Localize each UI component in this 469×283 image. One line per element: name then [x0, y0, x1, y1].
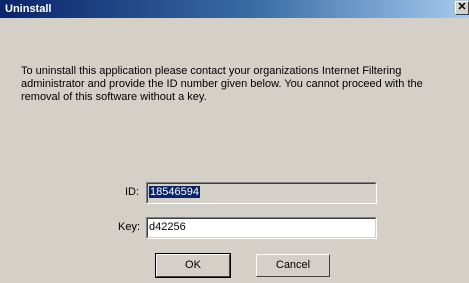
- window-title: Uninstall: [5, 3, 52, 15]
- close-icon: ✕: [457, 1, 467, 13]
- key-input[interactable]: d42256: [146, 217, 377, 239]
- close-button[interactable]: ✕: [455, 1, 469, 15]
- ok-button[interactable]: OK: [155, 253, 231, 278]
- instruction-message: To uninstall this application please con…: [21, 65, 423, 103]
- key-value: d42256: [149, 221, 186, 233]
- id-value: 18546594: [149, 186, 200, 198]
- cancel-button[interactable]: Cancel: [256, 254, 330, 277]
- title-bar[interactable]: Uninstall ✕: [0, 0, 469, 18]
- id-field[interactable]: 18546594: [146, 182, 377, 204]
- key-label: Key:: [118, 221, 141, 233]
- uninstall-dialog: Uninstall ✕ To uninstall this applicatio…: [0, 0, 469, 283]
- id-label: ID:: [125, 186, 140, 198]
